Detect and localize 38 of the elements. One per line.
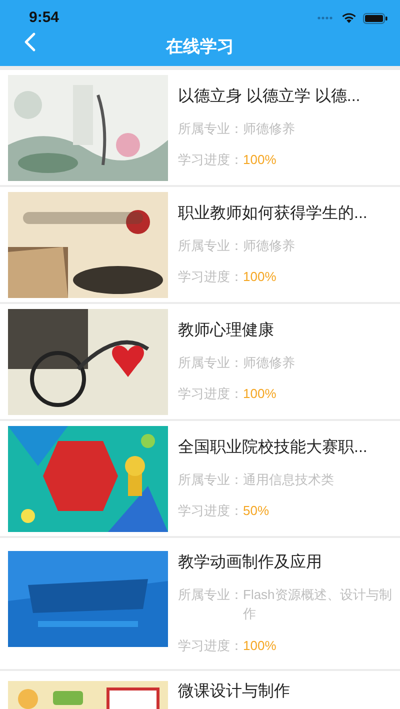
back-button[interactable] bbox=[22, 30, 38, 54]
progress-value: 100% bbox=[243, 268, 276, 286]
progress-value: 100% bbox=[243, 636, 276, 655]
status-time: 9:54 bbox=[29, 9, 60, 26]
field-value: Flash资源概述、设计与制作 bbox=[243, 586, 392, 624]
field-label: 学习进度： bbox=[178, 268, 243, 286]
field-value: 师德修养 bbox=[243, 354, 296, 372]
course-item[interactable]: 全国职业院校技能大赛职... 所属专业：通用信息技术类 学习进度：50% bbox=[0, 421, 400, 536]
field-label: 所属专业： bbox=[178, 470, 243, 488]
course-title: 以德立身 以德立学 以德... bbox=[178, 86, 362, 106]
course-title: 教学动画制作及应用 bbox=[178, 552, 323, 573]
course-item[interactable]: 以德立身 以德立学 以德... 所属专业：师德修养 学习进度：100% bbox=[0, 70, 400, 185]
field-label: 所属专业： bbox=[178, 586, 243, 604]
course-title: 全国职业院校技能大赛职... bbox=[178, 438, 368, 458]
course-item[interactable]: 职业教师如何获得学生的... 所属专业：师德修养 学习进度：100% bbox=[0, 187, 400, 302]
signal-icon bbox=[317, 16, 335, 20]
field-label: 学习进度： bbox=[178, 151, 243, 169]
field-value: 通用信息技术类 bbox=[243, 470, 335, 488]
field-label: 学习进度： bbox=[178, 636, 243, 655]
field-label: 学习进度： bbox=[178, 385, 243, 403]
field-label: 所属专业： bbox=[178, 236, 243, 254]
course-title: 职业教师如何获得学生的... bbox=[178, 204, 368, 224]
page-title: 在线学习 bbox=[166, 36, 234, 58]
field-label: 所属专业： bbox=[178, 120, 243, 138]
course-item[interactable]: 教师心理健康 所属专业：师德修养 学习进度：100% bbox=[0, 304, 400, 419]
field-label: 学习进度： bbox=[178, 502, 243, 520]
wifi-icon bbox=[341, 12, 357, 24]
field-value: 师德修养 bbox=[243, 236, 296, 254]
progress-value: 100% bbox=[243, 151, 276, 169]
course-title: 教师心理健康 bbox=[178, 320, 275, 340]
field-value: 师德修养 bbox=[243, 120, 296, 138]
field-label: 所属专业： bbox=[178, 354, 243, 372]
battery-icon bbox=[363, 12, 388, 24]
progress-value: 100% bbox=[243, 385, 276, 403]
course-item[interactable]: 教学动画制作及应用 所属专业：Flash资源概述、设计与制作 学习进度：100% bbox=[0, 538, 400, 669]
course-title: 微课设计与制作 bbox=[178, 682, 291, 702]
course-item[interactable]: 微课设计与制作 bbox=[0, 671, 400, 709]
progress-value: 50% bbox=[243, 502, 270, 520]
